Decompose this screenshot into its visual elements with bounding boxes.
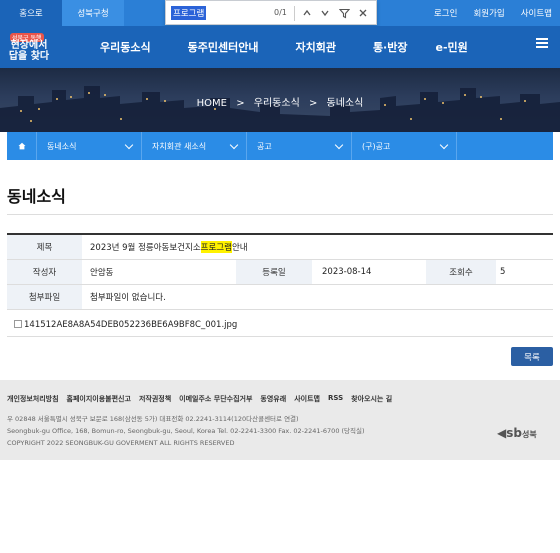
views-value: 5 bbox=[500, 267, 506, 277]
utility-links: 로그인 회원가입 사이트맵 bbox=[434, 0, 552, 26]
footer-link-sitemap[interactable]: 사이트맵 bbox=[294, 394, 320, 404]
main-nav: 우리동소식 동주민센터안내 자치회관 통·반장 e-민원 bbox=[78, 26, 468, 68]
subnav-label: 공고 bbox=[257, 141, 272, 151]
logo-text: 현장에서 답을 찾다 bbox=[8, 40, 50, 62]
footer-logo-text: sb bbox=[506, 426, 522, 440]
subnav-dropdown-old-notice[interactable]: (구)공고 bbox=[352, 132, 457, 160]
hamburger-menu-icon[interactable] bbox=[536, 38, 548, 48]
broken-image: 141512AE8A8A54DEB052236BE6A9BF8C_001.jpg bbox=[14, 320, 237, 330]
list-button[interactable]: 목록 bbox=[511, 347, 553, 366]
subject-label: 제목 bbox=[7, 235, 82, 259]
footer-link-history[interactable]: 동영유래 bbox=[260, 394, 286, 404]
address-korean: 우 02848 서울특별시 성북구 보문로 168(삼선동 5가) 대표전화 0… bbox=[7, 415, 299, 423]
footer-logo-mark: ◀ bbox=[497, 426, 507, 440]
chevron-down-icon bbox=[439, 140, 449, 150]
nav-item-center[interactable]: 동주민센터안내 bbox=[188, 39, 259, 55]
seongbuk-office-tab[interactable]: 성북구청 bbox=[62, 0, 124, 26]
attachment-label: 첨부파일 bbox=[7, 285, 82, 309]
nav-item-eminwon[interactable]: e-민원 bbox=[435, 39, 467, 55]
search-highlight: 프로그램 bbox=[200, 241, 232, 253]
login-link[interactable]: 로그인 bbox=[434, 7, 457, 19]
footer-link-copyright[interactable]: 저작권정책 bbox=[139, 394, 171, 404]
hero-banner: HOME > 우리동소식 > 동네소식 bbox=[0, 68, 560, 132]
site-logo[interactable]: 성북구 동행 현장에서 답을 찾다 bbox=[5, 26, 53, 70]
breadcrumb: HOME > 우리동소식 > 동네소식 bbox=[0, 94, 560, 109]
sub-nav: 동네소식 자치회관 새소식 공고 (구)공고 bbox=[7, 132, 553, 160]
author-value: 안암동 bbox=[90, 268, 114, 278]
chevron-down-icon bbox=[124, 140, 134, 150]
subject-text-tail: 안내 bbox=[231, 243, 248, 253]
footer-link-email[interactable]: 이메일주소 무단수집거부 bbox=[179, 394, 252, 404]
find-count: 0/1 bbox=[274, 8, 287, 17]
copyright-text: COPYRIGHT 2022 SEONGBUK-GU GOVERMENT ALL… bbox=[7, 439, 235, 447]
subnav-dropdown-news[interactable]: 동네소식 bbox=[37, 132, 142, 160]
footer-logo-sub: 성북 bbox=[521, 430, 537, 439]
chevron-down-icon[interactable] bbox=[318, 5, 332, 21]
nav-item-leaders[interactable]: 통·반장 bbox=[373, 39, 408, 55]
subnav-label: (구)공고 bbox=[362, 141, 391, 151]
breadcrumb-item-news[interactable]: 우리동소식 bbox=[254, 98, 300, 109]
date-label: 등록일 bbox=[236, 260, 312, 284]
subnav-dropdown-notice[interactable]: 공고 bbox=[247, 132, 352, 160]
subnav-label: 동네소식 bbox=[47, 141, 77, 151]
find-bar: 프로그램 0/1 bbox=[165, 0, 377, 25]
footer-link-privacy[interactable]: 개인정보처리방침 bbox=[7, 394, 59, 404]
subject-value: 2023년 9월 정릉아동보건지소 프로그램 안내 bbox=[82, 235, 553, 259]
broken-image-icon bbox=[14, 320, 22, 328]
signup-link[interactable]: 회원가입 bbox=[473, 7, 504, 19]
page-title: 동네소식 bbox=[7, 187, 66, 206]
breadcrumb-separator: > bbox=[308, 98, 318, 109]
footer-links: 개인정보처리방침 홈페이지이용불편신고 저작권정책 이메일주소 무단수집거부 동… bbox=[7, 394, 392, 404]
filter-icon[interactable] bbox=[337, 5, 351, 21]
image-alt-text: 141512AE8A8A54DEB052236BE6A9BF8C_001.jpg bbox=[24, 320, 238, 330]
find-input[interactable]: 프로그램 bbox=[171, 6, 207, 20]
chevron-up-icon[interactable] bbox=[300, 5, 314, 21]
home-tab[interactable]: 홈으로 bbox=[0, 0, 62, 26]
nav-item-council[interactable]: 자치회관 bbox=[295, 39, 335, 55]
breadcrumb-home[interactable]: HOME bbox=[197, 98, 227, 109]
close-icon[interactable] bbox=[356, 5, 370, 21]
subject-text: 2023년 9월 정릉아동보건지소 bbox=[90, 243, 201, 253]
table-row: 제목 2023년 9월 정릉아동보건지소 프로그램 안내 bbox=[7, 235, 553, 260]
author-label: 작성자 bbox=[7, 260, 82, 284]
footer-link-report[interactable]: 홈페이지이용불편신고 bbox=[67, 394, 131, 404]
sitemap-link[interactable]: 사이트맵 bbox=[521, 7, 552, 19]
subnav-dropdown-council[interactable]: 자치회관 새소식 bbox=[142, 132, 247, 160]
divider bbox=[7, 214, 553, 215]
chevron-down-icon bbox=[334, 140, 344, 150]
views-label: 조회수 bbox=[426, 260, 496, 284]
home-icon bbox=[18, 142, 26, 150]
home-button[interactable] bbox=[7, 132, 37, 160]
top-tabs: 홈으로 성북구청 bbox=[0, 0, 124, 26]
chevron-down-icon bbox=[229, 140, 239, 150]
footer-link-directions[interactable]: 찾아오시는 길 bbox=[351, 394, 392, 404]
nav-item-news[interactable]: 우리동소식 bbox=[100, 39, 151, 55]
table-row: 작성자 안암동 등록일 2023-08-14 조회수 5 bbox=[7, 260, 553, 285]
subnav-label: 자치회관 새소식 bbox=[152, 141, 207, 151]
footer-logo: ◀sb성북 bbox=[497, 426, 537, 440]
date-value: 2023-08-14 bbox=[322, 267, 372, 277]
table-row: 첨부파일 첨부파일이 없습니다. bbox=[7, 285, 553, 310]
attachment-value: 첨부파일이 없습니다. bbox=[90, 293, 166, 303]
footer-link-rss[interactable]: RSS bbox=[328, 394, 343, 404]
footer-address: 우 02848 서울특별시 성북구 보문로 168(삼선동 5가) 대표전화 0… bbox=[7, 413, 365, 449]
address-english: Seongbuk-gu Office, 168, Bomun-ro, Seong… bbox=[7, 427, 365, 435]
breadcrumb-item-current: 동네소식 bbox=[326, 98, 364, 109]
find-divider bbox=[294, 6, 295, 21]
breadcrumb-separator: > bbox=[236, 98, 245, 109]
